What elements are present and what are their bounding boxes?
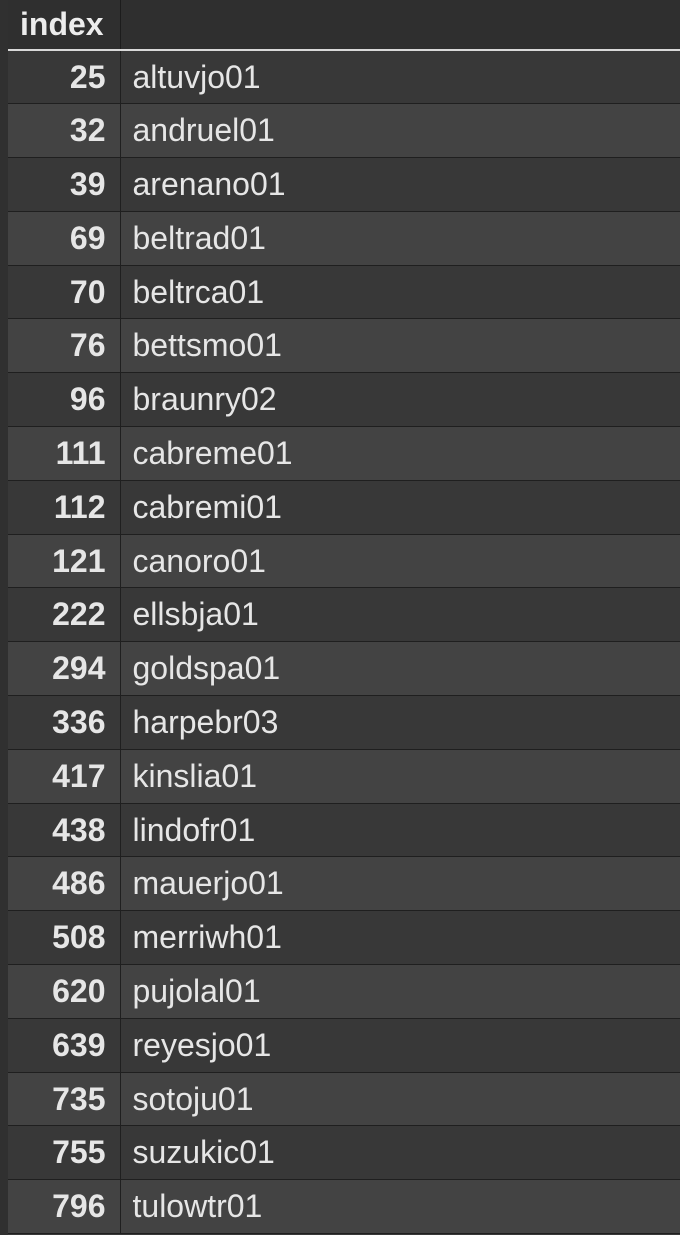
table-row[interactable]: 39 arenano01 bbox=[8, 157, 680, 212]
player-id-cell: mauerjo01 bbox=[120, 856, 680, 912]
table-row[interactable]: 70 beltrca01 bbox=[8, 265, 680, 320]
player-id-cell: beltrad01 bbox=[120, 211, 680, 266]
table-row[interactable]: 32 andruel01 bbox=[8, 103, 680, 159]
table-row[interactable]: 69 beltrad01 bbox=[8, 211, 680, 266]
player-id-cell: beltrca01 bbox=[120, 265, 680, 320]
row-index-cell: 620 bbox=[8, 964, 121, 1019]
header-row: index bbox=[8, 0, 680, 51]
table-row[interactable]: 486 mauerjo01 bbox=[8, 856, 680, 912]
table-row[interactable]: 25 altuvjo01 bbox=[8, 50, 680, 105]
table-row[interactable]: 755 suzukic01 bbox=[8, 1125, 680, 1181]
row-index-cell: 486 bbox=[8, 856, 121, 912]
table-row[interactable]: 508 merriwh01 bbox=[8, 910, 680, 966]
player-id-cell: ellsbja01 bbox=[120, 587, 680, 643]
row-index-cell: 112 bbox=[8, 480, 121, 535]
row-index-cell: 639 bbox=[8, 1018, 121, 1073]
table-row[interactable]: 620 pujolal01 bbox=[8, 964, 680, 1019]
table-row[interactable]: 336 harpebr03 bbox=[8, 695, 680, 750]
row-index-cell: 39 bbox=[8, 157, 121, 212]
row-index-cell: 508 bbox=[8, 910, 121, 966]
table-row[interactable]: 294 goldspa01 bbox=[8, 641, 680, 697]
player-id-cell: andruel01 bbox=[120, 103, 680, 159]
table-row[interactable]: 438 lindofr01 bbox=[8, 803, 680, 858]
column-header-index[interactable]: index bbox=[8, 0, 121, 51]
row-index-cell: 96 bbox=[8, 372, 121, 428]
table-body: 25 altuvjo01 32 andruel01 39 arenano01 69 beltr… bbox=[8, 50, 680, 1235]
row-index-cell: 32 bbox=[8, 103, 121, 159]
row-index-cell: 336 bbox=[8, 695, 121, 750]
row-index-cell: 294 bbox=[8, 641, 121, 697]
player-id-cell: canoro01 bbox=[120, 534, 680, 589]
player-id-cell: pujolal01 bbox=[120, 964, 680, 1019]
table-row[interactable]: 111 cabreme01 bbox=[8, 426, 680, 481]
player-id-cell: sotoju01 bbox=[120, 1072, 680, 1127]
row-index-cell: 69 bbox=[8, 211, 121, 266]
table-row[interactable]: 112 cabremi01 bbox=[8, 480, 680, 535]
row-index-cell: 755 bbox=[8, 1125, 121, 1181]
player-id-cell: altuvjo01 bbox=[120, 50, 680, 105]
row-index-cell: 222 bbox=[8, 587, 121, 643]
player-id-cell: cabremi01 bbox=[120, 480, 680, 535]
row-index-cell: 735 bbox=[8, 1072, 121, 1127]
row-index-cell: 438 bbox=[8, 803, 121, 858]
dataframe-table-container: index 25 altuvjo01 32 andruel01 39 arenano01 6… bbox=[8, 0, 680, 1235]
row-index-cell: 796 bbox=[8, 1179, 121, 1235]
table-row[interactable]: 639 reyesjo01 bbox=[8, 1018, 680, 1073]
row-index-cell: 111 bbox=[8, 426, 121, 481]
table-row[interactable]: 76 bettsmo01 bbox=[8, 318, 680, 374]
player-id-cell: harpebr03 bbox=[120, 695, 680, 750]
table-row[interactable]: 417 kinslia01 bbox=[8, 749, 680, 804]
player-id-cell: kinslia01 bbox=[120, 749, 680, 804]
player-id-cell: merriwh01 bbox=[120, 910, 680, 966]
table-header: index bbox=[8, 0, 680, 51]
row-index-cell: 417 bbox=[8, 749, 121, 804]
player-id-cell: arenano01 bbox=[120, 157, 680, 212]
table-row[interactable]: 96 braunry02 bbox=[8, 372, 680, 428]
table-row[interactable]: 222 ellsbja01 bbox=[8, 587, 680, 643]
player-id-cell: lindofr01 bbox=[120, 803, 680, 858]
player-id-cell: reyesjo01 bbox=[120, 1018, 680, 1073]
column-header-value[interactable] bbox=[120, 0, 680, 51]
row-index-cell: 121 bbox=[8, 534, 121, 589]
player-id-cell: braunry02 bbox=[120, 372, 680, 428]
table-row[interactable]: 735 sotoju01 bbox=[8, 1072, 680, 1127]
row-index-cell: 70 bbox=[8, 265, 121, 320]
row-index-cell: 76 bbox=[8, 318, 121, 374]
player-id-cell: goldspa01 bbox=[120, 641, 680, 697]
player-id-cell: cabreme01 bbox=[120, 426, 680, 481]
player-id-cell: suzukic01 bbox=[120, 1125, 680, 1181]
player-id-cell: bettsmo01 bbox=[120, 318, 680, 374]
table-row[interactable]: 796 tulowtr01 bbox=[8, 1179, 680, 1235]
player-id-cell: tulowtr01 bbox=[120, 1179, 680, 1235]
dataframe-table: index 25 altuvjo01 32 andruel01 39 arenano01 6… bbox=[8, 0, 680, 1235]
row-index-cell: 25 bbox=[8, 50, 121, 105]
table-row[interactable]: 121 canoro01 bbox=[8, 534, 680, 589]
